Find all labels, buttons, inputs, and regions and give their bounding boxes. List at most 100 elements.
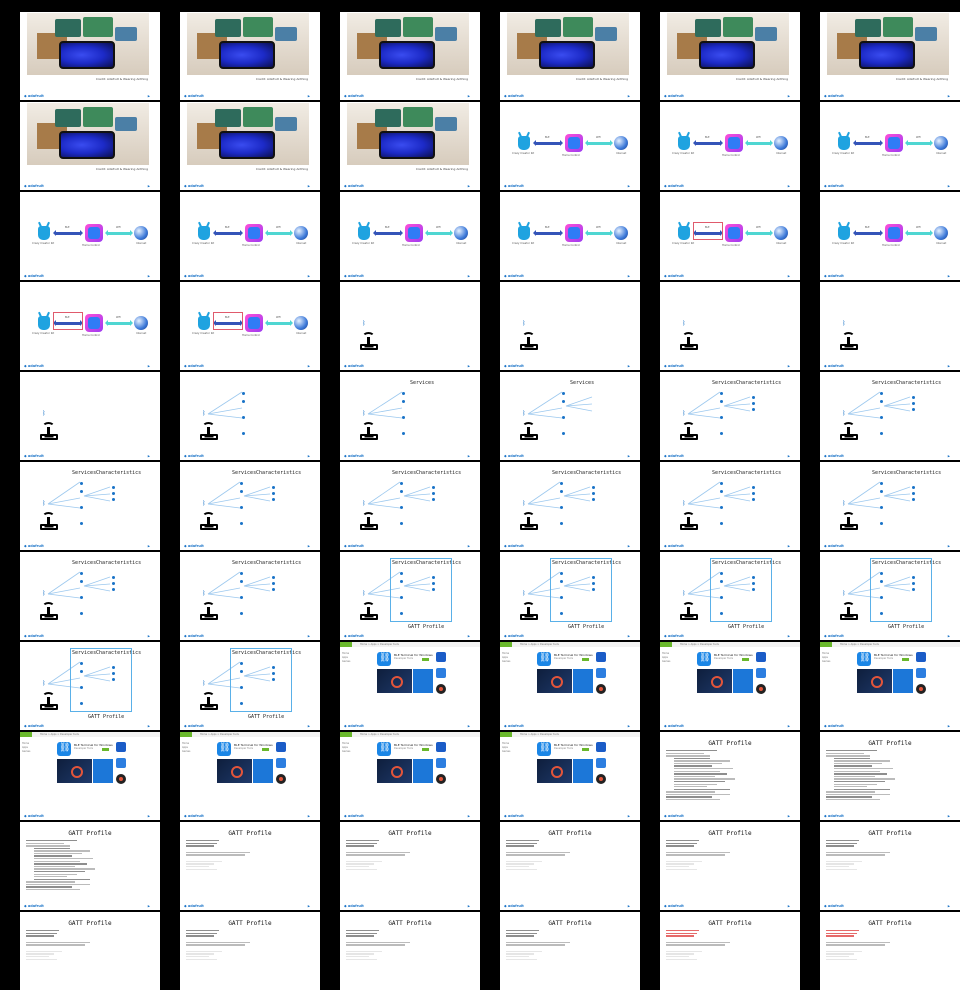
code-line [673,778,736,780]
app-link-icon [857,652,871,666]
slide-thumbnail[interactable]: ᛒServicesCharacteristicsGATT Profileadaf… [820,552,960,640]
hardware-photo [507,13,629,75]
footer-logo: adafruit [344,454,364,458]
code-line [833,780,885,783]
slide-thumbnail[interactable]: Crazy Creator Kit BLE Home Control WiFi Inte… [340,192,480,280]
slide-thumbnail[interactable]: ᛒServicesCharacteristicsadafruit▶ [340,462,480,550]
slide-thumbnail[interactable]: GATT Profileadafruit▶ [500,912,640,990]
slide-thumbnail[interactable]: Home > Apps > Developer tools Home Apps Gam… [820,642,960,730]
slide-thumbnail[interactable]: ᛒServicesCharacteristicsadafruit▶ [20,462,160,550]
slide-thumbnail[interactable]: Crazy Creator Kit BLE Home Control WiFi Inte… [660,192,800,280]
service-dot [720,490,723,493]
code-line [826,944,885,946]
slide-thumbnail[interactable]: Credit: Adafruit & Wearing Anthing adafru… [500,12,640,100]
footer-logo: adafruit [184,94,204,98]
app-screenshot [697,669,732,693]
slide-thumbnail[interactable]: ᛒServicesadafruit▶ [500,372,640,460]
code-line [33,847,70,850]
footer-logo: adafruit [344,274,364,278]
slide-thumbnail[interactable]: ᛒadafruit▶ [340,282,480,370]
slide-thumbnail[interactable]: Crazy Creator Kit BLE Home Control WiFi Inte… [20,282,160,370]
footer-logo: adafruit [824,814,844,818]
slide-thumbnail[interactable]: GATT Profileadafruit▶ [820,912,960,990]
slide-thumbnail[interactable]: ᛒServicesCharacteristicsadafruit▶ [500,462,640,550]
slide-thumbnail[interactable]: ᛒServicesCharacteristicsGATT Profileadaf… [20,642,160,730]
slide-thumbnail[interactable]: ᛒServicesCharacteristicsGATT Profileadaf… [340,552,480,640]
service-dot [880,490,883,493]
slide-thumbnail[interactable]: ᛒServicesCharacteristicsadafruit▶ [20,552,160,640]
slide-thumbnail[interactable]: Credit: Adafruit & Wearing Anthing adafru… [660,12,800,100]
slide-thumbnail[interactable]: ᛒServicesCharacteristicsadafruit▶ [180,462,320,550]
slide-thumbnail[interactable]: GATT Profileadafruit▶ [660,822,800,910]
slide-thumbnail[interactable]: GATT Profileadafruit▶ [660,732,800,820]
slide-thumbnail[interactable]: GATT Profileadafruit▶ [820,822,960,910]
slide-thumbnail[interactable]: Crazy Creator Kit BLE Home Control WiFi Inte… [180,282,320,370]
slide-thumbnail[interactable]: Home > Apps > Developer tools Home Apps Gam… [500,642,640,730]
ble-arrow [853,230,883,236]
slide-thumbnail[interactable]: ᛒadafruit▶ [20,372,160,460]
slide-thumbnail[interactable]: GATT Profileadafruit▶ [820,732,960,820]
slide-thumbnail[interactable]: ᛒServicesCharacteristicsadafruit▶ [660,462,800,550]
slide-thumbnail[interactable]: Crazy Creator Kit BLE Home Control WiFi Inte… [660,102,800,190]
footer-logo: adafruit [664,454,684,458]
slide-thumbnail[interactable]: ᛒServicesadafruit▶ [340,372,480,460]
slide-thumbnail[interactable]: ᛒadafruit▶ [660,282,800,370]
connection-line [207,503,241,509]
slide-thumbnail[interactable]: Credit: Adafruit & Wearing Anthing adafru… [820,12,960,100]
code-line [833,768,893,770]
gatt-profile-box [710,558,772,622]
slide-thumbnail[interactable]: ᛒadafruit▶ [180,372,320,460]
page-mark-icon: ▶ [467,94,470,98]
service-dot [242,400,245,403]
slide-thumbnail[interactable]: Credit: Adafruit & Wearing Anthing adafru… [20,102,160,190]
slide-thumbnail[interactable]: GATT Profileadafruit▶ [660,912,800,990]
slide-thumbnail[interactable]: GATT Profileadafruit▶ [340,912,480,990]
slide-thumbnail[interactable]: GATT Profileadafruit▶ [180,912,320,990]
slide-thumbnail[interactable]: Home > Apps > Developer tools Home Apps Gam… [500,732,640,820]
slide-thumbnail[interactable]: ᛒServicesCharacteristicsGATT Profileadaf… [180,642,320,730]
code-line [346,842,377,844]
slide-thumbnail[interactable]: ᛒServicesCharacteristicsGATT Profileadaf… [660,552,800,640]
slide-thumbnail[interactable]: Crazy Creator Kit BLE Home Control WiFi Inte… [500,192,640,280]
slide-thumbnail[interactable]: Crazy Creator Kit BLE Home Control WiFi Inte… [820,102,960,190]
slide-thumbnail[interactable]: Crazy Creator Kit BLE Home Control WiFi Inte… [500,102,640,190]
slide-thumbnail[interactable]: ᛒadafruit▶ [820,282,960,370]
slide-thumbnail[interactable]: Crazy Creator Kit BLE Home Control WiFi Inte… [820,192,960,280]
slide-thumbnail[interactable]: Home > Apps > Developer tools Home Apps Gam… [660,642,800,730]
slide-thumbnail[interactable]: Credit: Adafruit & Wearing Anthing adafru… [180,12,320,100]
store-nav-bar: Home > Apps > Developer tools [660,642,800,647]
characteristic-dot [432,492,435,495]
code-line [33,860,80,863]
slide-thumbnail[interactable]: Credit: Adafruit & Wearing Anthing adafru… [20,12,160,100]
slide-thumbnail[interactable]: ᛒServicesCharacteristicsadafruit▶ [820,372,960,460]
connection-lines [687,391,751,419]
slide-thumbnail[interactable]: Crazy Creator Kit BLE Home Control WiFi Inte… [180,192,320,280]
connection-lines [367,391,403,419]
slide-thumbnail[interactable]: GATT Profileadafruit▶ [340,822,480,910]
slide-thumbnail[interactable]: ᛒServicesCharacteristicsadafruit▶ [180,552,320,640]
slide-thumbnail[interactable]: Credit: Adafruit & Wearing Anthing adafru… [340,102,480,190]
slide-thumbnail[interactable]: GATT Profileadafruit▶ [500,822,640,910]
app-label: Home Control [82,244,100,247]
code-line [33,852,83,855]
slide-thumbnail[interactable]: ᛒadafruit▶ [500,282,640,370]
slide-thumbnail[interactable]: Credit: Adafruit & Wearing Anthing adafru… [180,102,320,190]
app-screenshot [377,669,412,693]
connection-line [723,495,751,502]
slide-thumbnail[interactable]: Home > Apps > Developer tools Home Apps Gam… [340,642,480,730]
slide-thumbnail[interactable]: Home > Apps > Developer tools Home Apps Gam… [180,732,320,820]
gatt-title: GATT Profile [388,920,432,927]
slide-thumbnail[interactable]: Crazy Creator Kit BLE Home Control WiFi Inte… [20,192,160,280]
slide-thumbnail[interactable]: GATT Profileadafruit▶ [180,822,320,910]
slide-thumbnail[interactable]: Home > Apps > Developer tools Home Apps Gam… [20,732,160,820]
slide-thumbnail[interactable]: GATT Profileadafruit▶ [20,912,160,990]
slide-thumbnail[interactable]: ᛒServicesCharacteristicsadafruit▶ [820,462,960,550]
hardware-part [275,117,297,131]
slide-thumbnail[interactable]: GATT Profileadafruit▶ [20,822,160,910]
slide-thumbnail[interactable]: ᛒServicesCharacteristicsadafruit▶ [660,372,800,460]
characteristic-dot [112,576,115,579]
slide-thumbnail[interactable]: ᛒServicesCharacteristicsGATT Profileadaf… [500,552,640,640]
slide-thumbnail[interactable]: Credit: Adafruit & Wearing Anthing adafru… [340,12,480,100]
code-line [506,944,565,946]
slide-thumbnail[interactable]: Home > Apps > Developer tools Home Apps Gam… [340,732,480,820]
